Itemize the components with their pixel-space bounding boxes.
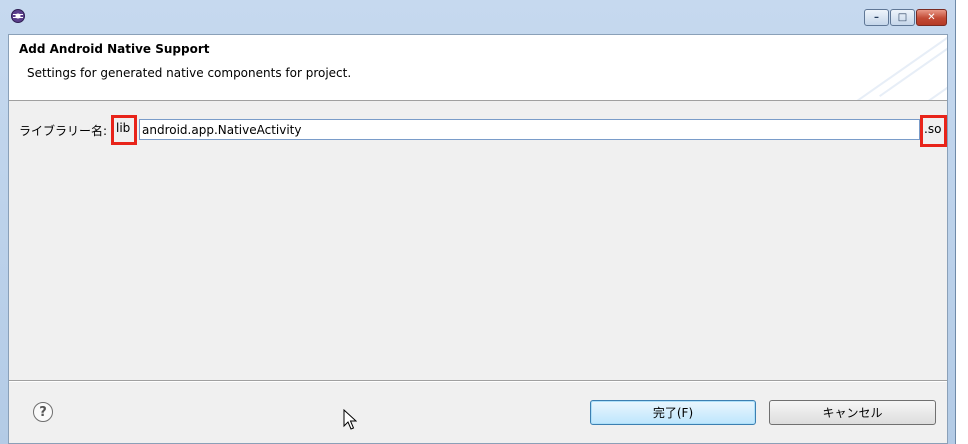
close-button[interactable]: ✕: [916, 9, 947, 26]
finish-button[interactable]: 完了(F): [590, 400, 756, 425]
help-icon[interactable]: ?: [33, 402, 53, 422]
wizard-header: Add Android Native Support Settings for …: [9, 35, 947, 101]
caption-buttons: – □ ✕: [863, 9, 947, 26]
dialog-window: – □ ✕ Add Android Native Support Setting…: [0, 0, 956, 444]
mouse-cursor-icon: [343, 409, 357, 430]
library-name-input[interactable]: [139, 119, 920, 140]
dialog-client-area: Add Android Native Support Settings for …: [8, 34, 948, 444]
library-prefix: lib: [116, 121, 131, 135]
page-title: Add Android Native Support: [19, 42, 210, 56]
library-suffix: .so: [924, 122, 942, 136]
background-window-edge: [956, 0, 968, 444]
page-description: Settings for generated native components…: [27, 66, 352, 80]
footer-separator: [9, 380, 947, 381]
header-decoration: [797, 35, 947, 100]
cancel-button[interactable]: キャンセル: [769, 400, 936, 425]
eclipse-icon: [11, 9, 25, 23]
maximize-button[interactable]: □: [890, 9, 915, 26]
minimize-button[interactable]: –: [864, 9, 889, 26]
title-bar[interactable]: – □ ✕: [0, 0, 955, 34]
library-name-label: ライブラリー名:: [19, 124, 108, 138]
